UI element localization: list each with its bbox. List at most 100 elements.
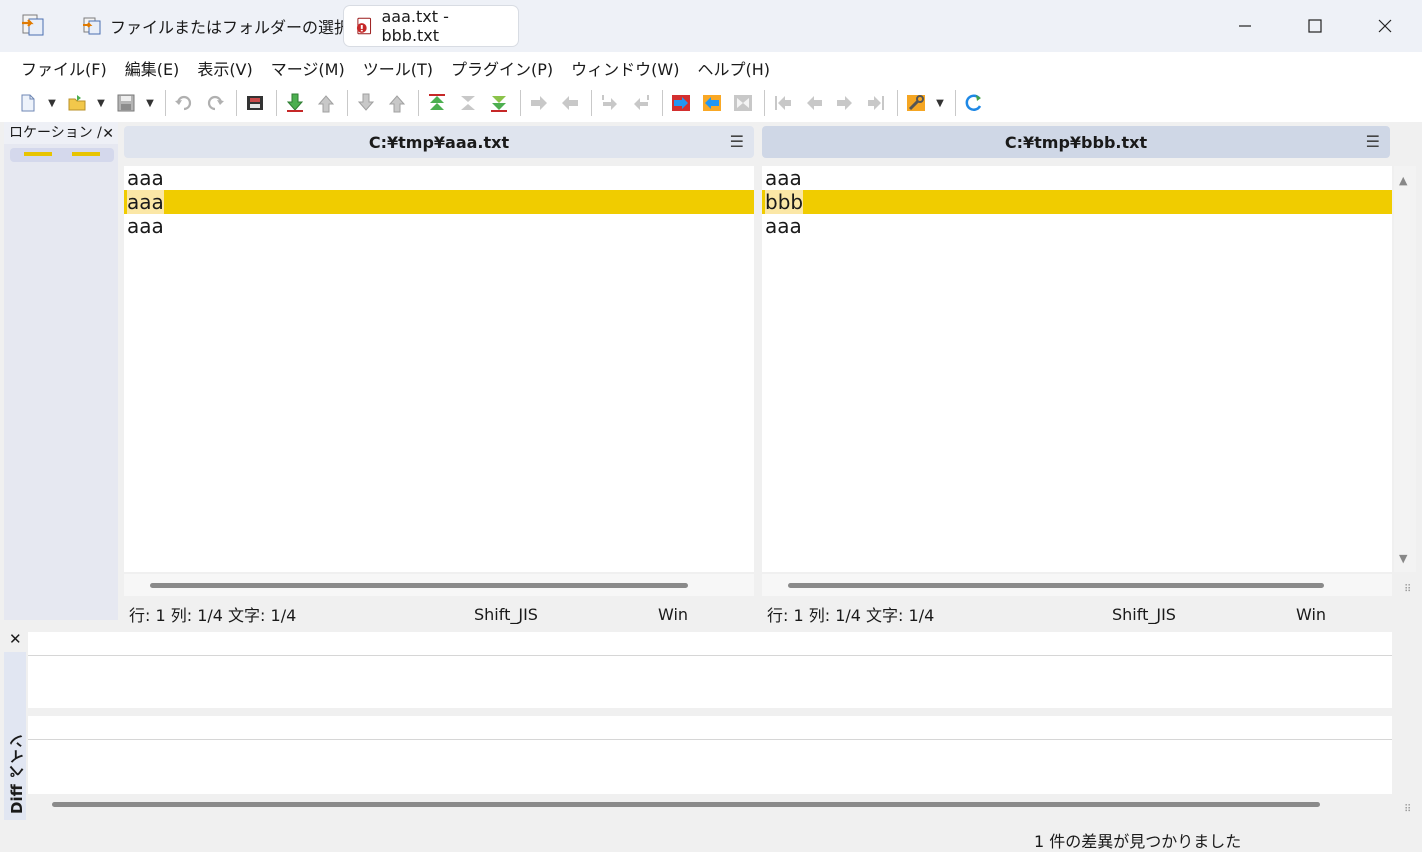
last-file-button[interactable]: [862, 89, 890, 117]
new-document-icon: [21, 94, 35, 112]
undo-button[interactable]: [170, 89, 198, 117]
options-dropdown[interactable]: ▼: [933, 89, 947, 117]
close-button[interactable]: [1362, 8, 1408, 44]
left-horizontal-scrollbar[interactable]: [124, 574, 754, 596]
menu-merge[interactable]: マージ(M): [262, 56, 354, 80]
location-pane-header: ロケーション / ✕: [4, 122, 118, 144]
save-button[interactable]: [112, 89, 140, 117]
right-horizontal-scrollbar[interactable]: [762, 574, 1392, 596]
menu-file[interactable]: ファイル(F): [12, 56, 116, 80]
left-line-2-diff[interactable]: aaa: [124, 190, 754, 214]
prev-conflict-button[interactable]: [383, 89, 411, 117]
converge-icon: [461, 96, 475, 110]
right-pane-menu-icon[interactable]: ☰: [1366, 132, 1380, 151]
menu-bar: ファイル(F) 編集(E) 表示(V) マージ(M) ツール(T) プラグイン(…: [0, 52, 1422, 84]
left-line-1[interactable]: aaa: [124, 166, 754, 190]
copy-all-right-button[interactable]: [667, 89, 695, 117]
undo-icon: [175, 95, 192, 111]
arrow-down-gray-icon: [357, 93, 375, 111]
location-map[interactable]: [10, 148, 114, 162]
menu-plugins[interactable]: プラグイン(P): [442, 56, 562, 80]
diff-pane-close-button[interactable]: ✕: [9, 630, 22, 648]
first-diff-button[interactable]: [423, 89, 451, 117]
left-pane-menu-icon[interactable]: ☰: [730, 132, 744, 151]
current-diff-button[interactable]: [454, 89, 482, 117]
right-editor[interactable]: aaa bbb aaa: [762, 166, 1392, 572]
status-message: 1 件の差異が見つかりました: [1034, 832, 1242, 851]
right-eol: Win: [1296, 604, 1327, 624]
next-diff-button[interactable]: [281, 89, 309, 117]
left-scroll-thumb[interactable]: [150, 583, 688, 588]
right-scroll-thumb[interactable]: [788, 583, 1324, 588]
toolbar-separator: [591, 90, 592, 116]
diff-line-rule: [28, 655, 1392, 656]
menu-tools[interactable]: ツール(T): [354, 56, 442, 80]
right-line-1[interactable]: aaa: [762, 166, 1392, 190]
next-conflict-button[interactable]: [352, 89, 380, 117]
resize-grip-icon: ⠿: [1404, 584, 1412, 595]
copy-left-button[interactable]: [556, 89, 584, 117]
right-cursor-position: 行: 1 列: 1/4 文字: 1/4: [767, 606, 935, 625]
new-button[interactable]: [14, 89, 42, 117]
open-dropdown[interactable]: ▼: [94, 89, 108, 117]
arrow-up-prev-icon: [317, 95, 335, 113]
left-line-3[interactable]: aaa: [124, 214, 754, 238]
diff-pane-tab[interactable]: Diff ペイン: [4, 652, 26, 820]
tab-file-select[interactable]: ファイルまたはフォルダーの選択: [72, 6, 360, 46]
right-line-3[interactable]: aaa: [762, 214, 1392, 238]
diff-view-left[interactable]: [28, 632, 1392, 708]
left-status: 行: 1 列: 1/4 文字: 1/4 Shift_JIS Win: [124, 598, 754, 630]
maximize-button[interactable]: [1292, 8, 1338, 44]
arrow-up-gray-icon: [388, 95, 406, 113]
maximize-icon: [1308, 19, 1322, 33]
left-file-path: C:¥tmp¥aaa.txt: [368, 132, 510, 152]
open-button[interactable]: [63, 89, 91, 117]
minimize-button[interactable]: [1222, 8, 1268, 44]
all-left-icon: [703, 95, 721, 111]
previous-icon: [807, 96, 822, 110]
copy-right-advance-button[interactable]: [596, 89, 624, 117]
diff-scroll-thumb[interactable]: [52, 802, 1320, 807]
winmerge-app-icon[interactable]: [20, 12, 46, 38]
first-file-button[interactable]: [769, 89, 797, 117]
swap-button[interactable]: [729, 89, 757, 117]
copy-left-advance-button[interactable]: [627, 89, 655, 117]
menu-window[interactable]: ウィンドウ(W): [562, 56, 688, 80]
copy-all-left-button[interactable]: [698, 89, 726, 117]
save-dropdown[interactable]: ▼: [143, 89, 157, 117]
prev-file-button[interactable]: [800, 89, 828, 117]
tab-file-select-label: ファイルまたはフォルダーの選択: [110, 18, 351, 37]
scroll-up-icon[interactable]: ▲: [1399, 174, 1407, 187]
last-diff-button[interactable]: [485, 89, 513, 117]
vertical-scrollbar[interactable]: ▲ ▼: [1394, 166, 1416, 572]
menu-edit[interactable]: 編集(E): [116, 56, 189, 80]
last-icon: [868, 96, 884, 110]
diff-pane-title: Diff ペイン: [8, 734, 26, 814]
redo-button[interactable]: [201, 89, 229, 117]
double-arrow-up-icon: [429, 94, 445, 110]
filmstrip-icon: [247, 96, 263, 110]
new-dropdown[interactable]: ▼: [45, 89, 59, 117]
left-editor[interactable]: aaa aaa aaa: [124, 166, 754, 572]
menu-help[interactable]: ヘルプ(H): [688, 56, 779, 80]
diff-horizontal-scrollbar[interactable]: [28, 796, 1392, 814]
copy-right-button[interactable]: [525, 89, 553, 117]
left-file-header[interactable]: C:¥tmp¥aaa.txt ☰: [124, 126, 754, 158]
next-file-button[interactable]: [831, 89, 859, 117]
right-file-header[interactable]: C:¥tmp¥bbb.txt ☰: [762, 126, 1390, 158]
tab-compare[interactable]: aaa.txt - bbb.txt: [344, 6, 518, 46]
arrow-left-icon: [562, 96, 578, 110]
right-line-2-diff[interactable]: bbb: [762, 190, 1392, 214]
toolbar-separator: [955, 90, 956, 116]
diff-view-right[interactable]: [28, 716, 1392, 794]
options-button[interactable]: [902, 89, 930, 117]
refresh-button[interactable]: [960, 89, 988, 117]
location-pane-close-button[interactable]: ✕: [102, 123, 114, 144]
right-status: 行: 1 列: 1/4 文字: 1/4 Shift_JIS Win: [762, 598, 1392, 630]
prev-diff-button[interactable]: [312, 89, 340, 117]
menu-view[interactable]: 表示(V): [188, 56, 261, 80]
filmstrip-button[interactable]: [241, 89, 269, 117]
scroll-down-icon[interactable]: ▼: [1399, 552, 1407, 565]
folder-compare-icon: [83, 17, 101, 35]
double-arrow-down-icon: [491, 96, 507, 112]
